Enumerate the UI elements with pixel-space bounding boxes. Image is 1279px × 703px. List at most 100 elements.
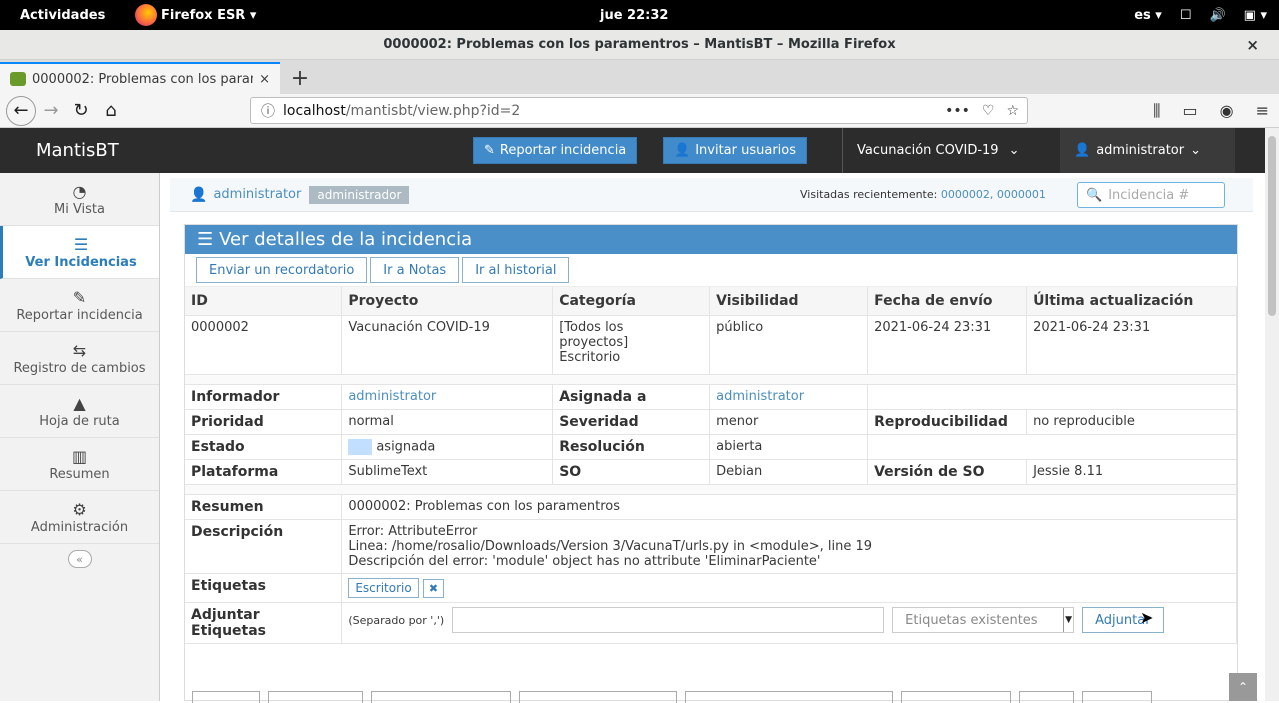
sidebar-item-changelog[interactable]: ⇆ Registro de cambios [0,332,159,385]
status-label: Estado [185,434,343,460]
sidebar-collapse: « [0,544,159,574]
sidebar-item-report-issue[interactable]: ✎ Reportar incidencia [0,279,159,332]
table-row: Etiquetas Escritorio ✖ [185,573,1237,603]
reload-button[interactable]: ↻ [66,96,96,126]
go-to-notes-button[interactable]: Ir a Notas [370,257,460,283]
os-label: SO [552,459,711,485]
brand-logo[interactable]: MantisBT [36,140,119,161]
project-dropdown[interactable]: Vacunación COVID-19 ⌄ [842,128,1042,173]
table-row: Adjuntar Etiquetas (Separado por ',') Eti… [185,602,1237,644]
hamburger-menu-icon[interactable]: ≡ [1256,101,1269,120]
assigned-link[interactable]: administrator [716,389,804,404]
spacer-row [185,374,1237,385]
recently-visited: Visitadas recientemente: 0000002, 000000… [800,188,1046,201]
invite-users-button[interactable]: 👤 Invitar usuarios [663,137,808,164]
issue-details-widget: ☰ Ver detalles de la incidencia Enviar un… [184,224,1238,701]
severity-value: menor [709,409,869,435]
back-button[interactable]: ← [6,95,36,126]
action-button[interactable] [371,691,511,703]
issue-category: [Todos los proyectos] Escritorio [552,315,711,375]
sidebar-item-roadmap[interactable]: ▲ Hoja de ruta [0,385,159,438]
page-actions-icon[interactable]: ••• [945,103,970,119]
sidebar-item-administration[interactable]: ⚙ Administración [0,491,159,544]
sidebar-item-my-view[interactable]: ◔ Mi Vista [0,173,159,226]
tag-input[interactable] [452,607,885,633]
tag-chip[interactable]: Escritorio [348,578,419,598]
mantis-navbar: MantisBT ✎ Reportar incidencia 👤 Invitar u… [0,128,1265,173]
recent-issue-links[interactable]: 0000002, 0000001 [941,188,1046,201]
column-header: Visibilidad [709,287,869,316]
app-menu[interactable]: Firefox ESR ▾ [135,4,256,26]
pocket-icon[interactable]: ♡ [982,103,995,119]
reporter-label: Informador [185,384,343,410]
reporter-link[interactable]: administrator [348,389,436,404]
sidebar: ◔ Mi Vista ☰ Ver Incidencias ✎ Reportar inc… [0,173,160,701]
retweet-icon: ⇆ [72,340,87,360]
action-button[interactable] [901,691,1011,703]
attach-tags-label-line: Adjuntar [191,607,260,623]
send-reminder-button[interactable]: Enviar un recordatorio [196,257,368,283]
scroll-to-top-button[interactable]: ⌃ [1229,673,1257,701]
action-button[interactable] [685,691,893,703]
breadcrumb-user-link[interactable]: administrator [213,187,301,202]
collapse-button[interactable]: « [67,550,92,568]
sidebar-item-summary[interactable]: ▥ Resumen [0,438,159,491]
column-header: Fecha de envío [867,287,1028,316]
action-button[interactable] [192,691,260,703]
forward-button[interactable]: → [36,96,66,126]
column-header: Categoría [552,287,711,316]
issue-id: 0000002 [185,315,343,375]
info-icon[interactable]: ⓘ [261,101,275,121]
url-bar[interactable]: ⓘ localhost/mantisbt/view.php?id=2 ••• ♡… [250,97,1028,124]
extension-icon[interactable]: ◉ [1220,101,1234,120]
priority-label: Prioridad [185,409,343,435]
language-indicator[interactable]: es ▾ [1134,8,1162,23]
page-scrollbar[interactable] [1265,128,1279,701]
activities-button[interactable]: Actividades [0,8,135,23]
action-button[interactable] [1019,691,1074,703]
bottom-buttons-row [192,691,1152,703]
library-icon[interactable]: ⫼ [1153,101,1160,121]
attach-tags-label: Adjuntar Etiquetas [185,602,343,644]
clock[interactable]: jue 22:32 [600,8,668,23]
sidebar-icon[interactable]: ▭ [1183,101,1198,120]
issue-search-input[interactable]: 🔍 Incidencia # [1077,182,1225,208]
action-button[interactable] [1082,691,1152,703]
column-header: ID [185,287,343,316]
table-row: Resumen 0000002: Problemas con los param… [185,494,1237,520]
list-icon: ☰ [197,229,214,250]
action-button[interactable] [519,691,677,703]
report-issue-button[interactable]: ✎ Reportar incidencia [473,137,638,164]
os-value: Debian [709,459,869,485]
description-label: Descripción [185,519,343,574]
new-tab-button[interactable]: + [280,62,320,94]
table-header-row: ID Proyecto Categoría Visibilidad Fecha … [185,287,1237,316]
remove-tag-button[interactable]: ✖ [422,579,445,598]
bookmark-star-icon[interactable]: ☆ [1006,103,1019,119]
mantis-favicon-icon [10,72,26,86]
status-text: asignada [376,439,436,455]
table-row: Estado asignada Resolución abierta [185,434,1237,460]
battery-icon[interactable]: ▣ ▾ [1244,8,1267,23]
summary-label: Resumen [185,494,343,520]
edit-icon: ✎ [484,143,495,158]
issue-details-table: ID Proyecto Categoría Visibilidad Fecha … [185,287,1237,644]
status-value: asignada [341,434,554,460]
existing-tags-select[interactable]: Etiquetas existentes ▼ [892,607,1075,633]
window-close-button[interactable]: × [1246,36,1259,54]
severity-label: Severidad [552,409,711,435]
tachometer-icon: ◔ [72,181,87,201]
user-dropdown[interactable]: 👤 administrator ⌄ [1060,128,1235,173]
go-to-history-button[interactable]: Ir al historial [462,257,570,283]
home-button[interactable]: ⌂ [96,96,126,126]
tab-close-button[interactable]: × [259,72,270,87]
mouse-cursor-icon: ➤ [1140,608,1154,627]
scroll-thumb[interactable] [1268,136,1276,316]
browser-tab[interactable]: 0000002: Problemas con los paramentros × [0,62,280,94]
volume-icon[interactable]: 🔊 [1209,8,1225,23]
window-icon[interactable]: ☐ [1180,8,1192,23]
sidebar-item-view-issues[interactable]: ☰ Ver Incidencias [0,226,159,279]
chevron-up-icon: ⌃ [1237,680,1249,694]
action-button[interactable] [268,691,363,703]
user-icon: 👤 [1074,143,1091,158]
